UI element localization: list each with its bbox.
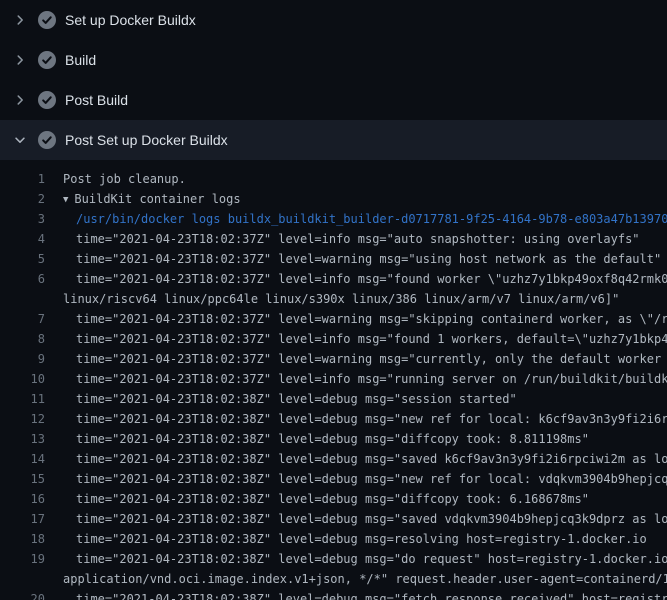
line-number[interactable]: 11 bbox=[0, 389, 45, 409]
log-line: 11 time="2021-04-23T18:02:38Z" level=deb… bbox=[0, 389, 667, 409]
line-number[interactable]: 7 bbox=[0, 309, 45, 329]
line-number[interactable]: 5 bbox=[0, 249, 45, 269]
log-line: 6 time="2021-04-23T18:02:37Z" level=info… bbox=[0, 269, 667, 289]
section-label: Build bbox=[65, 50, 96, 70]
log-text: time="2021-04-23T18:02:38Z" level=debug … bbox=[45, 509, 667, 529]
chevron-right-icon bbox=[12, 92, 28, 108]
log-text: time="2021-04-23T18:02:38Z" level=debug … bbox=[45, 409, 667, 429]
log-line: 9 time="2021-04-23T18:02:37Z" level=warn… bbox=[0, 349, 667, 369]
log-text: time="2021-04-23T18:02:37Z" level=info m… bbox=[45, 369, 667, 389]
log-line: 14 time="2021-04-23T18:02:38Z" level=deb… bbox=[0, 449, 667, 469]
section-label: Set up Docker Buildx bbox=[65, 10, 196, 30]
log-line-group-header: 2 ▼ BuildKit container logs bbox=[0, 189, 667, 209]
log-text: time="2021-04-23T18:02:37Z" level=warnin… bbox=[45, 309, 667, 329]
line-number[interactable]: 3 bbox=[0, 209, 45, 229]
line-number[interactable]: 16 bbox=[0, 489, 45, 509]
line-number[interactable]: 12 bbox=[0, 409, 45, 429]
log-text: time="2021-04-23T18:02:38Z" level=debug … bbox=[45, 489, 589, 509]
log-line: 8 time="2021-04-23T18:02:37Z" level=info… bbox=[0, 329, 667, 349]
log-line: 16 time="2021-04-23T18:02:38Z" level=deb… bbox=[0, 489, 667, 509]
section-header-build[interactable]: Build bbox=[0, 40, 667, 80]
line-number[interactable]: 8 bbox=[0, 329, 45, 349]
log-text: time="2021-04-23T18:02:38Z" level=debug … bbox=[45, 429, 589, 449]
log-text: Post job cleanup. bbox=[45, 169, 186, 189]
line-number[interactable]: 14 bbox=[0, 449, 45, 469]
collapse-triangle-icon[interactable]: ▼ bbox=[63, 190, 68, 209]
log-text: time="2021-04-23T18:02:38Z" level=debug … bbox=[45, 589, 667, 600]
line-number[interactable]: 17 bbox=[0, 509, 45, 529]
log-line-continuation: application/vnd.oci.image.index.v1+json,… bbox=[0, 569, 667, 589]
log-line: 13 time="2021-04-23T18:02:38Z" level=deb… bbox=[0, 429, 667, 449]
log-text: time="2021-04-23T18:02:38Z" level=debug … bbox=[45, 549, 667, 569]
log-text: time="2021-04-23T18:02:38Z" level=debug … bbox=[45, 529, 647, 549]
log-text: time="2021-04-23T18:02:37Z" level=info m… bbox=[45, 269, 667, 289]
log-line: 5 time="2021-04-23T18:02:37Z" level=warn… bbox=[0, 249, 667, 269]
log-text: time="2021-04-23T18:02:38Z" level=debug … bbox=[45, 449, 667, 469]
log-text: time="2021-04-23T18:02:37Z" level=info m… bbox=[45, 329, 667, 349]
line-number[interactable]: 2 bbox=[0, 189, 45, 209]
log-line-continuation: linux/riscv64 linux/ppc64le linux/s390x … bbox=[0, 289, 667, 309]
log-line: 1 Post job cleanup. bbox=[0, 169, 667, 189]
line-number[interactable]: 9 bbox=[0, 349, 45, 369]
line-number[interactable]: 4 bbox=[0, 229, 45, 249]
log-text: /usr/bin/docker logs buildx_buildkit_bui… bbox=[45, 209, 667, 229]
line-number[interactable]: 15 bbox=[0, 469, 45, 489]
log-line: 10 time="2021-04-23T18:02:37Z" level=inf… bbox=[0, 369, 667, 389]
line-number bbox=[0, 289, 45, 309]
log-line: 4 time="2021-04-23T18:02:37Z" level=info… bbox=[0, 229, 667, 249]
log-text: time="2021-04-23T18:02:38Z" level=debug … bbox=[45, 389, 517, 409]
log-line: 7 time="2021-04-23T18:02:37Z" level=warn… bbox=[0, 309, 667, 329]
line-number[interactable]: 19 bbox=[0, 549, 45, 569]
log-line: 17 time="2021-04-23T18:02:38Z" level=deb… bbox=[0, 509, 667, 529]
line-number[interactable]: 13 bbox=[0, 429, 45, 449]
chevron-down-icon bbox=[12, 132, 28, 148]
log-text: application/vnd.oci.image.index.v1+json,… bbox=[45, 569, 667, 589]
log-line: 20 time="2021-04-23T18:02:38Z" level=deb… bbox=[0, 589, 667, 600]
log-line: 12 time="2021-04-23T18:02:38Z" level=deb… bbox=[0, 409, 667, 429]
actions-log-viewer: Set up Docker Buildx Build Post Build Po… bbox=[0, 0, 667, 600]
log-line: 18 time="2021-04-23T18:02:38Z" level=deb… bbox=[0, 529, 667, 549]
chevron-right-icon bbox=[12, 12, 28, 28]
log-line-command: 3 /usr/bin/docker logs buildx_buildkit_b… bbox=[0, 209, 667, 229]
check-circle-icon bbox=[38, 11, 56, 29]
log-text: BuildKit container logs bbox=[74, 192, 240, 206]
section-label: Post Build bbox=[65, 90, 128, 110]
log-line: 19 time="2021-04-23T18:02:38Z" level=deb… bbox=[0, 549, 667, 569]
log-text: time="2021-04-23T18:02:37Z" level=info m… bbox=[45, 229, 640, 249]
check-circle-icon bbox=[38, 51, 56, 69]
log-line: 15 time="2021-04-23T18:02:38Z" level=deb… bbox=[0, 469, 667, 489]
log-text: time="2021-04-23T18:02:37Z" level=warnin… bbox=[45, 249, 661, 269]
check-circle-icon bbox=[38, 91, 56, 109]
line-number bbox=[0, 569, 45, 589]
check-circle-icon bbox=[38, 131, 56, 149]
line-number[interactable]: 1 bbox=[0, 169, 45, 189]
log-text: linux/riscv64 linux/ppc64le linux/s390x … bbox=[45, 289, 619, 309]
line-number[interactable]: 10 bbox=[0, 369, 45, 389]
section-header-post-set-up-docker-buildx[interactable]: Post Set up Docker Buildx bbox=[0, 120, 667, 160]
log-text: time="2021-04-23T18:02:38Z" level=debug … bbox=[45, 469, 667, 489]
section-header-post-build[interactable]: Post Build bbox=[0, 80, 667, 120]
chevron-right-icon bbox=[12, 52, 28, 68]
line-number[interactable]: 20 bbox=[0, 589, 45, 600]
log-text: time="2021-04-23T18:02:37Z" level=warnin… bbox=[45, 349, 667, 369]
section-label: Post Set up Docker Buildx bbox=[65, 130, 228, 150]
line-number[interactable]: 18 bbox=[0, 529, 45, 549]
section-header-set-up-docker-buildx[interactable]: Set up Docker Buildx bbox=[0, 0, 667, 40]
line-number[interactable]: 6 bbox=[0, 269, 45, 289]
log-area: 1 Post job cleanup. 2 ▼ BuildKit containe… bbox=[0, 160, 667, 600]
